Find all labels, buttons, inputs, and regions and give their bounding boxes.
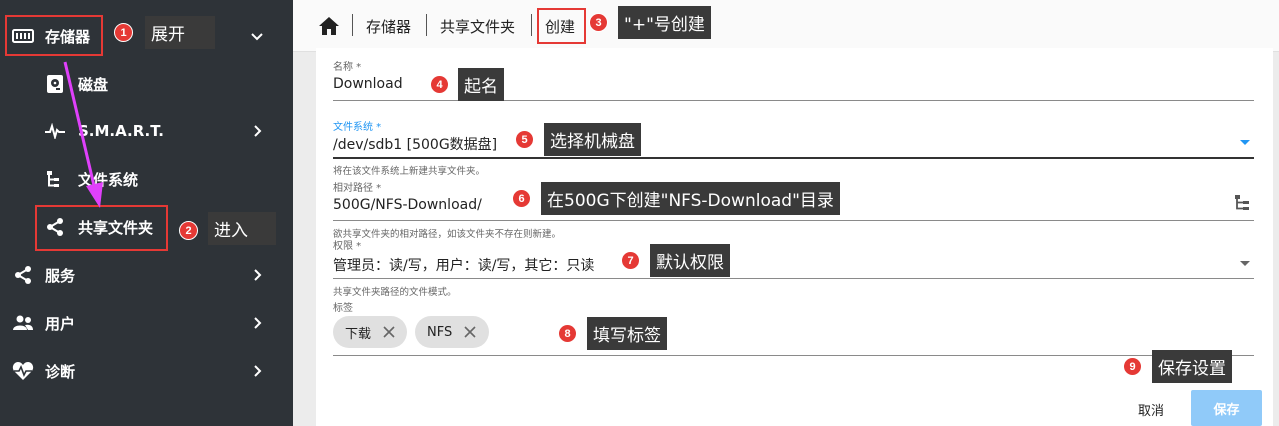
annotation-note: 起名 (458, 68, 504, 101)
annotation-note: 保存设置 (1152, 350, 1232, 383)
annotation-note: 在500G下创建"NFS-Download"目录 (541, 182, 840, 215)
step-badge: 3 (589, 13, 608, 32)
step-badge: 5 (515, 130, 534, 149)
step-badge: 7 (621, 251, 640, 270)
step-badge: 9 (1123, 357, 1142, 376)
annotation-note: 选择机械盘 (544, 123, 641, 156)
annotation-note: 填写标签 (587, 317, 667, 350)
annotation-note: 展开 (145, 16, 215, 49)
annotation-note: 默认权限 (650, 244, 730, 277)
annotation-note: 进入 (208, 212, 276, 245)
step-badge: 1 (114, 23, 133, 42)
step-badge: 6 (512, 189, 531, 208)
step-badge: 8 (558, 324, 577, 343)
annotation-note: "+"号创建 (618, 6, 711, 39)
step-badge: 2 (179, 221, 198, 240)
step-badge: 4 (430, 75, 449, 94)
